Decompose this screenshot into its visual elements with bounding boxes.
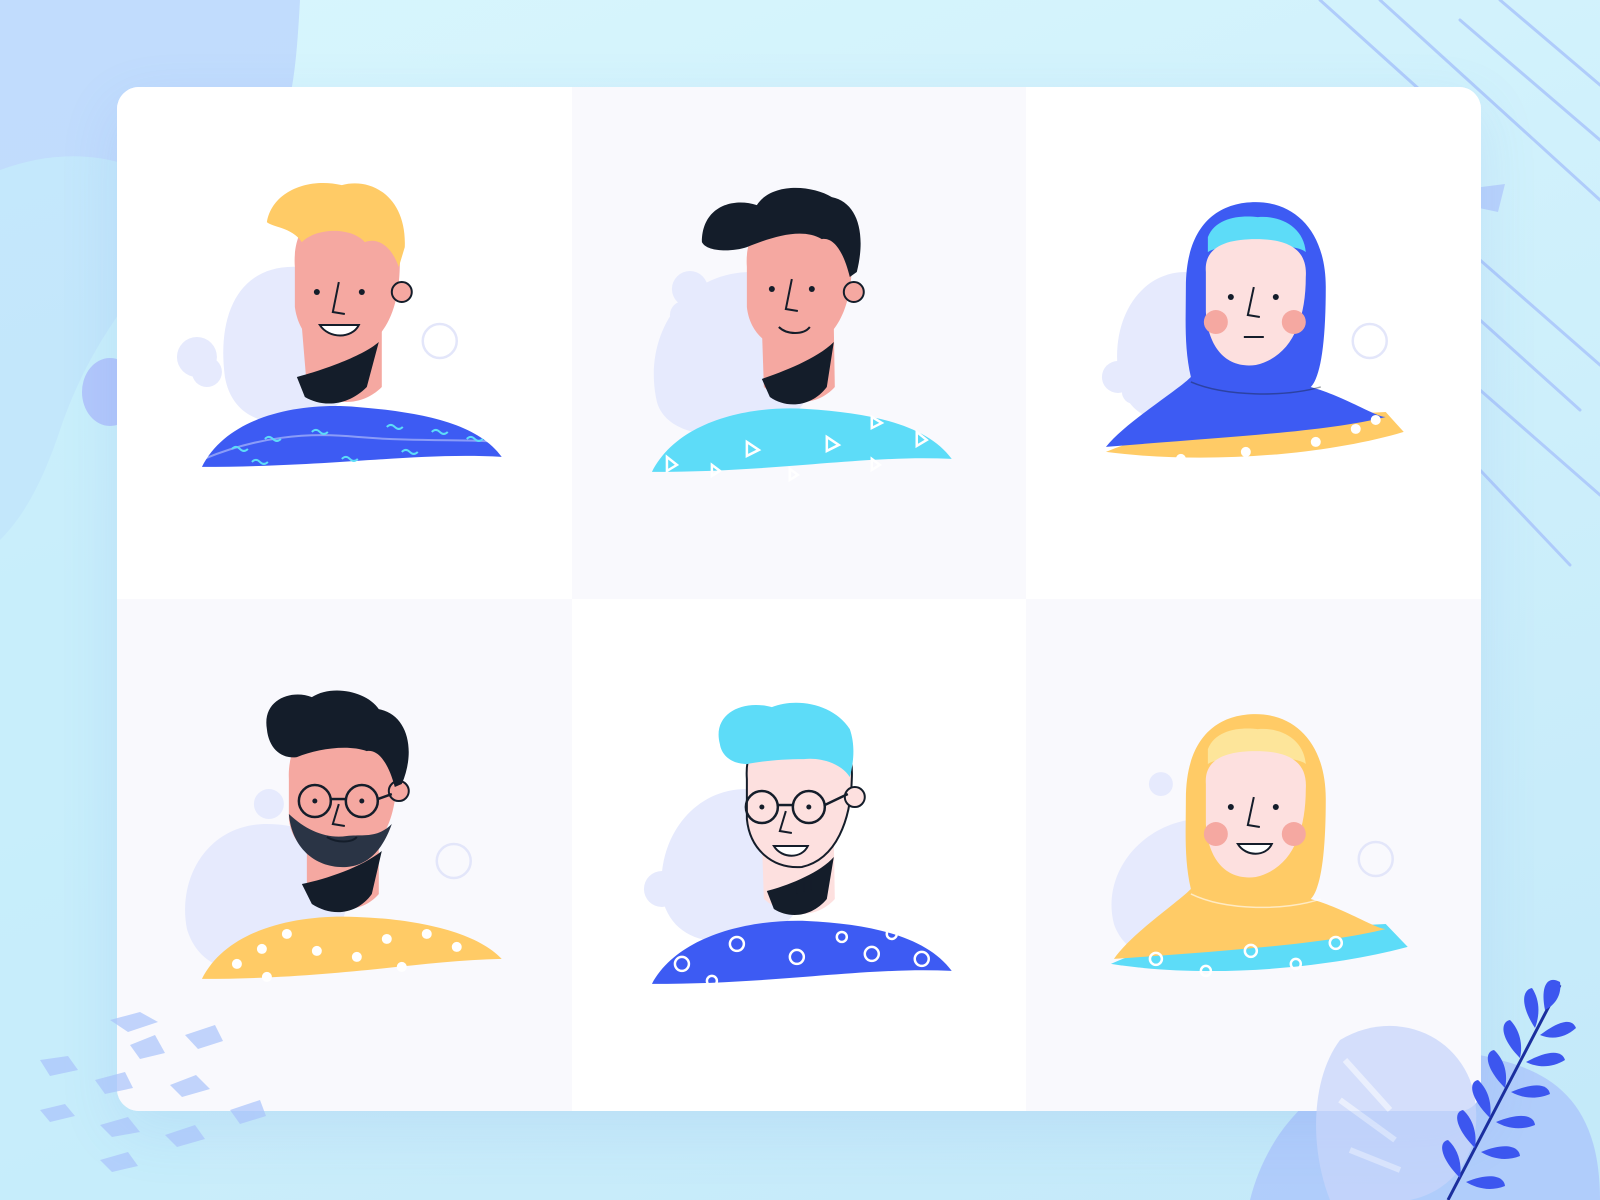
avatar-cell-4[interactable] [117,599,572,1111]
avatar-cell-6[interactable] [1026,599,1481,1111]
avatar-cell-3[interactable] [1026,87,1481,599]
avatar-cell-1[interactable] [117,87,572,599]
avatar-yellow-hijab-woman [1111,714,1409,978]
avatar-blue-hijab-woman [1102,202,1405,464]
avatar-cell-2[interactable] [571,87,1027,599]
avatar-cyan-hair-glasses-man [643,702,952,988]
avatar-card [117,87,1481,1111]
avatar-cell-5[interactable] [571,599,1027,1111]
avatar-black-hair-man [651,187,952,483]
avatar-blonde-man [176,182,502,467]
avatar-glasses-beard-man [185,690,502,982]
